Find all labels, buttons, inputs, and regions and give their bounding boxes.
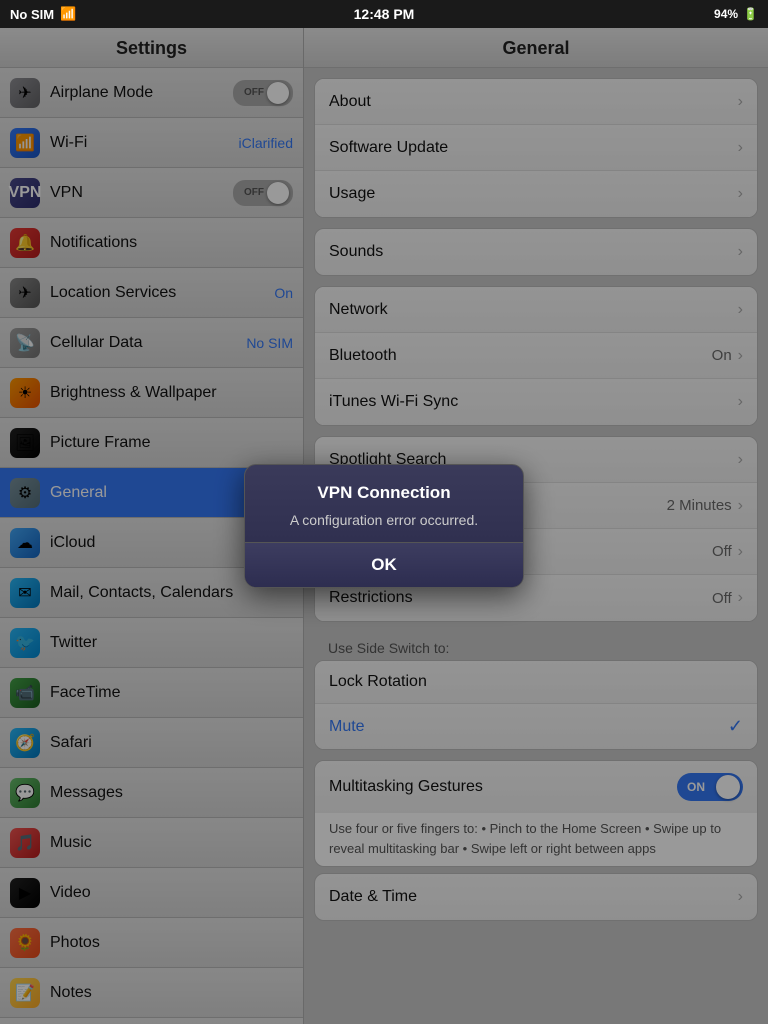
dialog-content: VPN Connection A configuration error occ… — [245, 465, 523, 543]
battery-icon: 🔋 — [743, 7, 758, 21]
status-time: 12:48 PM — [354, 6, 415, 22]
dialog-message: A configuration error occurred. — [265, 511, 503, 531]
status-right: 94% 🔋 — [714, 7, 758, 21]
carrier-label: No SIM — [10, 7, 54, 22]
status-left: No SIM 📶 — [10, 6, 76, 22]
status-bar: No SIM 📶 12:48 PM 94% 🔋 — [0, 0, 768, 28]
vpn-dialog: VPN Connection A configuration error occ… — [244, 464, 524, 589]
wifi-icon: 📶 — [60, 6, 76, 22]
battery-percent: 94% — [714, 7, 738, 21]
dialog-title: VPN Connection — [265, 483, 503, 503]
dialog-overlay: VPN Connection A configuration error occ… — [0, 28, 768, 1024]
dialog-ok-button[interactable]: OK — [245, 543, 523, 587]
